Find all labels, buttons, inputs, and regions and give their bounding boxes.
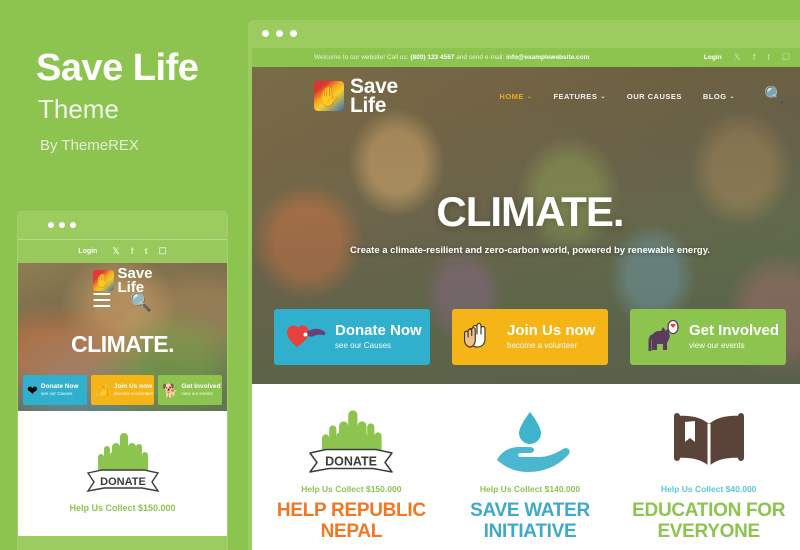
social-icons: 𝕏 f t ☐	[734, 53, 790, 62]
causes-section: DONATE Help Us Collect $150.000 HELP REP…	[252, 384, 800, 543]
site-topbar: Welcome to our website! Call us: (800) 1…	[252, 48, 800, 67]
mobile-preview-window: Login 𝕏 f t ☐ SaveLife 🔍 CLIMATE.	[18, 212, 227, 550]
chevron-down-icon: ⌄	[526, 93, 533, 100]
mobile-content: DONATE Help Us Collect $150.000	[18, 411, 227, 536]
donate-now-label: Donate Now see our Causes	[335, 322, 422, 350]
hero-subtitle: Create a climate-resilient and zero-carb…	[350, 245, 710, 256]
join-us-button[interactable]: Join Us now become a volunteer	[452, 309, 608, 365]
site-logo[interactable]: SaveLife	[314, 74, 398, 117]
cause-collect-text: Help Us Collect $150.000	[301, 484, 402, 494]
main-navigation: HOME ⌄ FEATURES ⌄ OUR CAUSES BLOG ⌄ 🔍	[499, 88, 784, 104]
browser-chrome	[248, 20, 800, 48]
clapping-hands-icon	[463, 321, 498, 354]
mobile-involved-label: Get Involved view our events	[181, 383, 221, 397]
clapping-hands-icon: 👏	[94, 382, 111, 398]
mobile-logo-text: Save Life	[117, 265, 153, 296]
nav-item-home[interactable]: HOME ⌄	[499, 92, 532, 101]
cause-card-water[interactable]: Help Us Collect $140.000 SAVE WATER INIT…	[445, 406, 616, 542]
search-icon[interactable]: 🔍	[130, 293, 152, 311]
svg-text:DONATE: DONATE	[100, 476, 146, 488]
logo-text: Save Life	[350, 74, 398, 117]
phone-number[interactable]: (800) 123 4567	[410, 54, 454, 61]
nav-item-features[interactable]: FEATURES ⌄	[553, 92, 605, 101]
tumblr-icon[interactable]: t	[145, 246, 148, 257]
promo-author: By ThemeREX	[40, 137, 139, 154]
login-link[interactable]: Login	[704, 54, 722, 61]
promo-subtitle: Theme	[38, 94, 119, 124]
mobile-cause-card[interactable]: DONATE Help Us Collect $150.000	[18, 411, 227, 513]
mobile-donate-label: Donate Now see our Causes	[40, 383, 79, 397]
mobile-donate-button[interactable]: ❤ Donate Now see our Causes	[23, 375, 87, 405]
facebook-icon[interactable]: f	[753, 53, 756, 62]
cause-amount: $140.000	[544, 484, 581, 494]
mobile-cta-group: ❤ Donate Now see our Causes 👏 Join Us no…	[23, 375, 223, 405]
tumblr-icon[interactable]: t	[767, 53, 770, 62]
hero-title: CLIMATE.	[436, 188, 624, 235]
mobile-window-controls[interactable]	[48, 222, 76, 228]
water-drop-hand-icon	[445, 406, 616, 474]
mobile-involved-button[interactable]: 🐕 Get Involved view our events	[158, 375, 223, 405]
chevron-down-icon: ⌄	[600, 93, 606, 100]
mobile-hero: SaveLife 🔍 CLIMATE. ❤ Donate Now see our…	[18, 263, 227, 411]
topbar-right: Login 𝕏 f t ☐	[704, 48, 790, 67]
hand-logo-icon	[314, 81, 344, 111]
window-controls[interactable]	[262, 30, 297, 37]
join-us-label: Join Us now become a volunteer	[507, 322, 596, 350]
cause-title: SAVE WATER INITIATIVE	[470, 500, 590, 542]
instagram-icon[interactable]: ☐	[782, 53, 790, 62]
hand-logo-icon	[92, 270, 114, 292]
cta-group: Donate Now see our Causes Join Us now be…	[274, 309, 786, 365]
svg-text:DONATE: DONATE	[325, 455, 377, 469]
cause-title: HELP REPUBLIC NEPAL	[276, 500, 426, 542]
welcome-text: Welcome to our website! Call us: (800) 1…	[314, 54, 590, 61]
cause-card-nepal[interactable]: DONATE Help Us Collect $150.000 HELP REP…	[266, 406, 437, 542]
mobile-collect-amount: $150.000	[137, 503, 176, 513]
hands-donate-ribbon-icon: DONATE	[266, 406, 437, 474]
cause-amount: $40.000	[725, 484, 757, 494]
hero-text-block: CLIMATE. Create a climate-resilient and …	[252, 188, 800, 257]
twitter-icon[interactable]: 𝕏	[734, 53, 741, 62]
mobile-hero-title: CLIMATE.	[71, 331, 174, 357]
mobile-browser-chrome	[18, 212, 227, 239]
chevron-down-icon: ⌄	[729, 93, 736, 100]
promo-title: Save Life	[36, 47, 199, 89]
hands-donate-ribbon-icon: DONATE	[18, 425, 227, 497]
cause-card-education[interactable]: Help Us Collect $40.000 EDUCATION FOR EV…	[623, 406, 794, 542]
promo-panel: Save Life Theme By ThemeREX Login 𝕏 f t …	[0, 0, 250, 550]
mobile-join-label: Join Us now become a volunteer	[113, 383, 154, 397]
site-header: SaveLife HOME ⌄ FEATURES ⌄ OUR CAUSES	[252, 67, 800, 125]
mobile-login-link[interactable]: Login	[78, 248, 97, 255]
twitter-icon[interactable]: 𝕏	[112, 246, 119, 257]
get-involved-button[interactable]: Get Involved view our events	[630, 309, 786, 365]
cause-title: EDUCATION FOR EVERYONE	[632, 500, 786, 542]
get-involved-label: Get Involved view our events	[689, 322, 780, 350]
cause-amount: $150.000	[365, 484, 402, 494]
heart-hand-icon: ❤	[27, 382, 38, 398]
mobile-header-icons: 🔍	[92, 293, 152, 311]
cause-collect-text: Help Us Collect $40.000	[660, 484, 757, 494]
website-viewport: Welcome to our website! Call us: (800) 1…	[252, 48, 800, 550]
nav-item-blog[interactable]: BLOG ⌄	[703, 92, 735, 101]
mobile-topbar: Login 𝕏 f t ☐	[18, 239, 227, 263]
mobile-join-button[interactable]: 👏 Join Us now become a volunteer	[90, 375, 155, 405]
donate-now-button[interactable]: Donate Now see our Causes	[274, 309, 430, 365]
cause-collect-text: Help Us Collect $140.000	[479, 484, 581, 494]
mobile-social-icons: 𝕏 f t ☐	[112, 246, 166, 257]
search-icon[interactable]: 🔍	[764, 88, 784, 104]
instagram-icon[interactable]: ☐	[159, 246, 167, 257]
mobile-collect-text: Help Us Collect $150.000	[69, 503, 176, 513]
facebook-icon[interactable]: f	[131, 246, 134, 257]
hamburger-menu-icon[interactable]	[92, 293, 110, 311]
open-book-icon	[623, 406, 794, 474]
dog-icon: 🐕	[162, 382, 179, 398]
dog-icon	[642, 319, 680, 356]
mobile-logo[interactable]: SaveLife	[92, 265, 153, 296]
desktop-preview-window: Welcome to our website! Call us: (800) 1…	[248, 20, 800, 550]
nav-item-our-causes[interactable]: OUR CAUSES	[627, 92, 682, 101]
heart-hand-icon	[286, 322, 326, 353]
email-address[interactable]: info@examplewebsite.com	[506, 54, 589, 61]
hero-section: SaveLife HOME ⌄ FEATURES ⌄ OUR CAUSES	[252, 67, 800, 384]
